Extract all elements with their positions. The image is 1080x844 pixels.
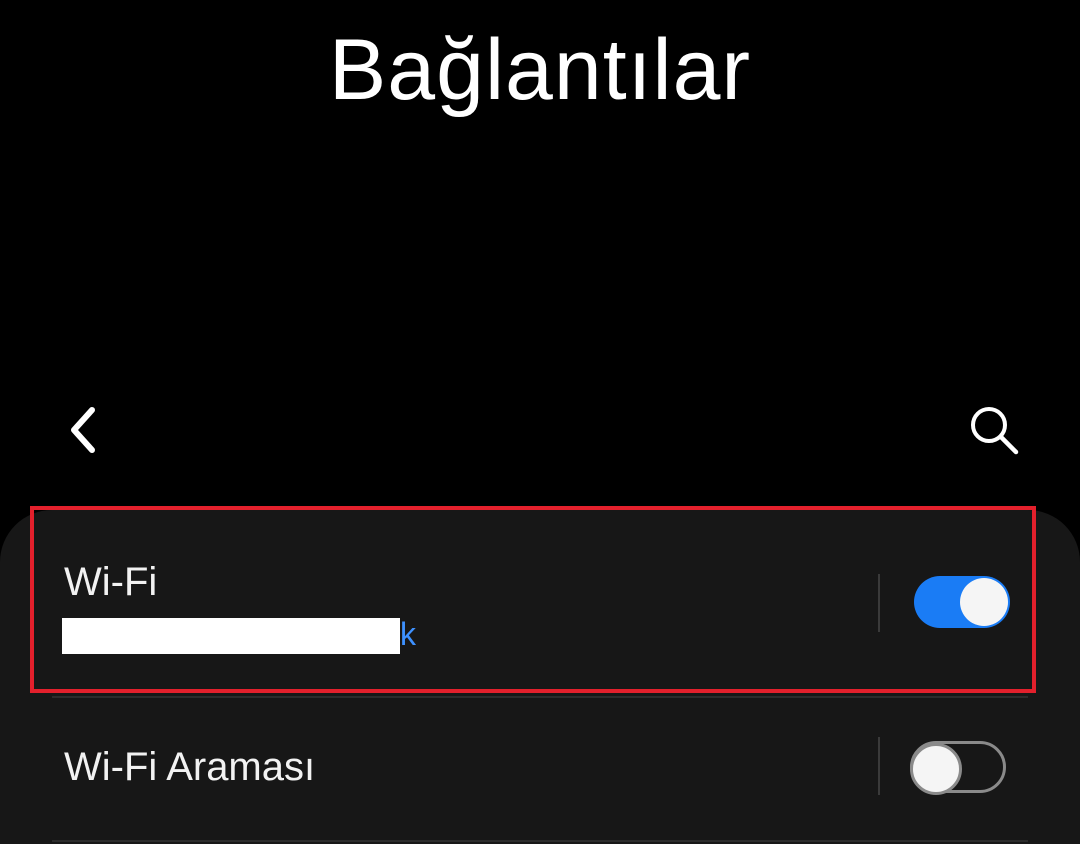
- wifi-calling-toggle[interactable]: [910, 741, 1006, 795]
- wifi-calling-setting-row[interactable]: Wi-Fi Araması: [0, 697, 1080, 842]
- wifi-setting-row[interactable]: Wi-Fi k: [0, 510, 1080, 695]
- wifi-label: Wi-Fi: [64, 560, 158, 604]
- wifi-toggle[interactable]: [914, 576, 1010, 628]
- search-icon: [971, 407, 1019, 455]
- chevron-left-icon: [71, 407, 95, 453]
- connections-screen: Bağlantılar Wi-Fi k Wi-Fi Araması: [0, 0, 1080, 844]
- page-title: Bağlantılar: [328, 22, 752, 118]
- toggle-knob: [960, 578, 1008, 626]
- back-button[interactable]: [52, 398, 116, 462]
- redacted-network-name: [62, 618, 400, 654]
- search-button[interactable]: [962, 398, 1026, 462]
- vertical-divider: [878, 574, 880, 632]
- vertical-divider: [878, 737, 880, 795]
- row-divider: [52, 840, 1028, 842]
- wifi-calling-label: Wi-Fi Araması: [64, 745, 316, 789]
- toggle-knob: [910, 743, 962, 795]
